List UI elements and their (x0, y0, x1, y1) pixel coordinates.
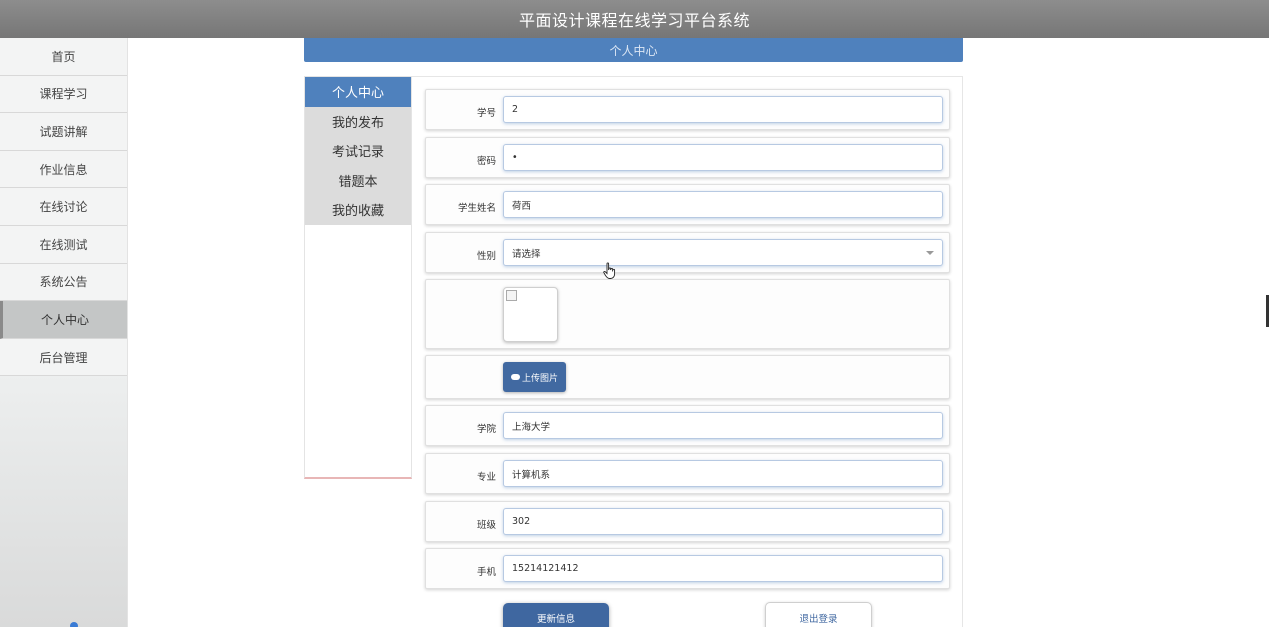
sidebar-item-home[interactable]: 首页 (0, 38, 127, 76)
name-field[interactable]: 荷西 (503, 191, 943, 218)
form-row-college: 学院 上海大学 (425, 405, 950, 446)
student-id-label: 学号 (476, 108, 496, 119)
form-row-name: 学生姓名 荷西 (425, 184, 950, 225)
update-info-button[interactable]: 更新信息 (503, 603, 609, 627)
sidebar-item-admin[interactable]: 后台管理 (0, 338, 127, 377)
form-row-major: 专业 计算机系 (425, 453, 950, 494)
submenu-item-favorites[interactable]: 我的收藏 (305, 195, 411, 225)
broken-image-icon (506, 290, 517, 301)
submenu-item-wrong-questions[interactable]: 错题本 (305, 166, 411, 196)
class-field[interactable]: 302 (503, 508, 943, 535)
college-field[interactable]: 上海大学 (503, 412, 943, 439)
form-row-avatar (425, 279, 950, 349)
app-header: 平面设计课程在线学习平台系统 (0, 0, 1269, 38)
sidebar-item-online-test[interactable]: 在线测试 (0, 225, 127, 264)
logout-button[interactable]: 退出登录 (765, 602, 872, 627)
sidebar-item-course-learning[interactable]: 课程学习 (0, 75, 127, 114)
password-field[interactable]: • (503, 144, 943, 171)
sidebar-item-question-explanation[interactable]: 试题讲解 (0, 113, 127, 151)
sidebar-nav: 首页 课程学习 试题讲解 作业信息 在线讨论 在线测试 系统公告 个人中心 后台… (0, 38, 128, 627)
form-row-password: 密码 • (425, 137, 950, 178)
upload-image-button[interactable]: 上传图片 (503, 362, 566, 392)
upload-image-label: 上传图片 (521, 373, 558, 384)
submenu-item-my-posts[interactable]: 我的发布 (305, 107, 411, 137)
gender-select[interactable]: 请选择 (503, 239, 943, 266)
gender-select-value: 请选择 (512, 248, 541, 260)
major-field[interactable]: 计算机系 (503, 460, 943, 487)
submenu-item-personal-center[interactable]: 个人中心 (305, 77, 411, 107)
password-label: 密码 (476, 156, 496, 167)
sidebar-item-announcements[interactable]: 系统公告 (0, 263, 127, 302)
form-row-gender: 性别 请选择 (425, 232, 950, 273)
avatar-image-preview (503, 287, 558, 342)
college-label: 学院 (476, 424, 496, 435)
sidebar-item-personal-center[interactable]: 个人中心 (0, 301, 127, 339)
class-label: 班级 (476, 520, 496, 531)
form-row-upload: 上传图片 (425, 355, 950, 399)
cloud-upload-icon (510, 374, 520, 380)
gender-label: 性别 (476, 251, 496, 262)
app-title: 平面设计课程在线学习平台系统 (518, 11, 750, 30)
major-label: 专业 (476, 472, 496, 483)
chevron-down-icon (926, 251, 934, 255)
submenu-item-exam-records[interactable]: 考试记录 (305, 136, 411, 166)
form-row-class: 班级 302 (425, 501, 950, 542)
hand-pointer-icon (603, 262, 616, 279)
phone-label: 手机 (476, 567, 496, 578)
form-row-student-id: 学号 2 (425, 89, 950, 130)
form-row-phone: 手机 15214121412 (425, 548, 950, 589)
section-title: 个人中心 (609, 43, 658, 58)
scroll-indicator-dot (70, 622, 78, 627)
sidebar-item-homework[interactable]: 作业信息 (0, 150, 127, 189)
personal-submenu: 个人中心 我的发布 考试记录 错题本 我的收藏 (304, 76, 412, 479)
section-header: 个人中心 (304, 38, 963, 62)
student-id-field[interactable]: 2 (503, 96, 943, 123)
name-label: 学生姓名 (457, 203, 496, 214)
phone-field[interactable]: 15214121412 (503, 555, 943, 582)
sidebar-item-online-discussion[interactable]: 在线讨论 (0, 188, 127, 226)
